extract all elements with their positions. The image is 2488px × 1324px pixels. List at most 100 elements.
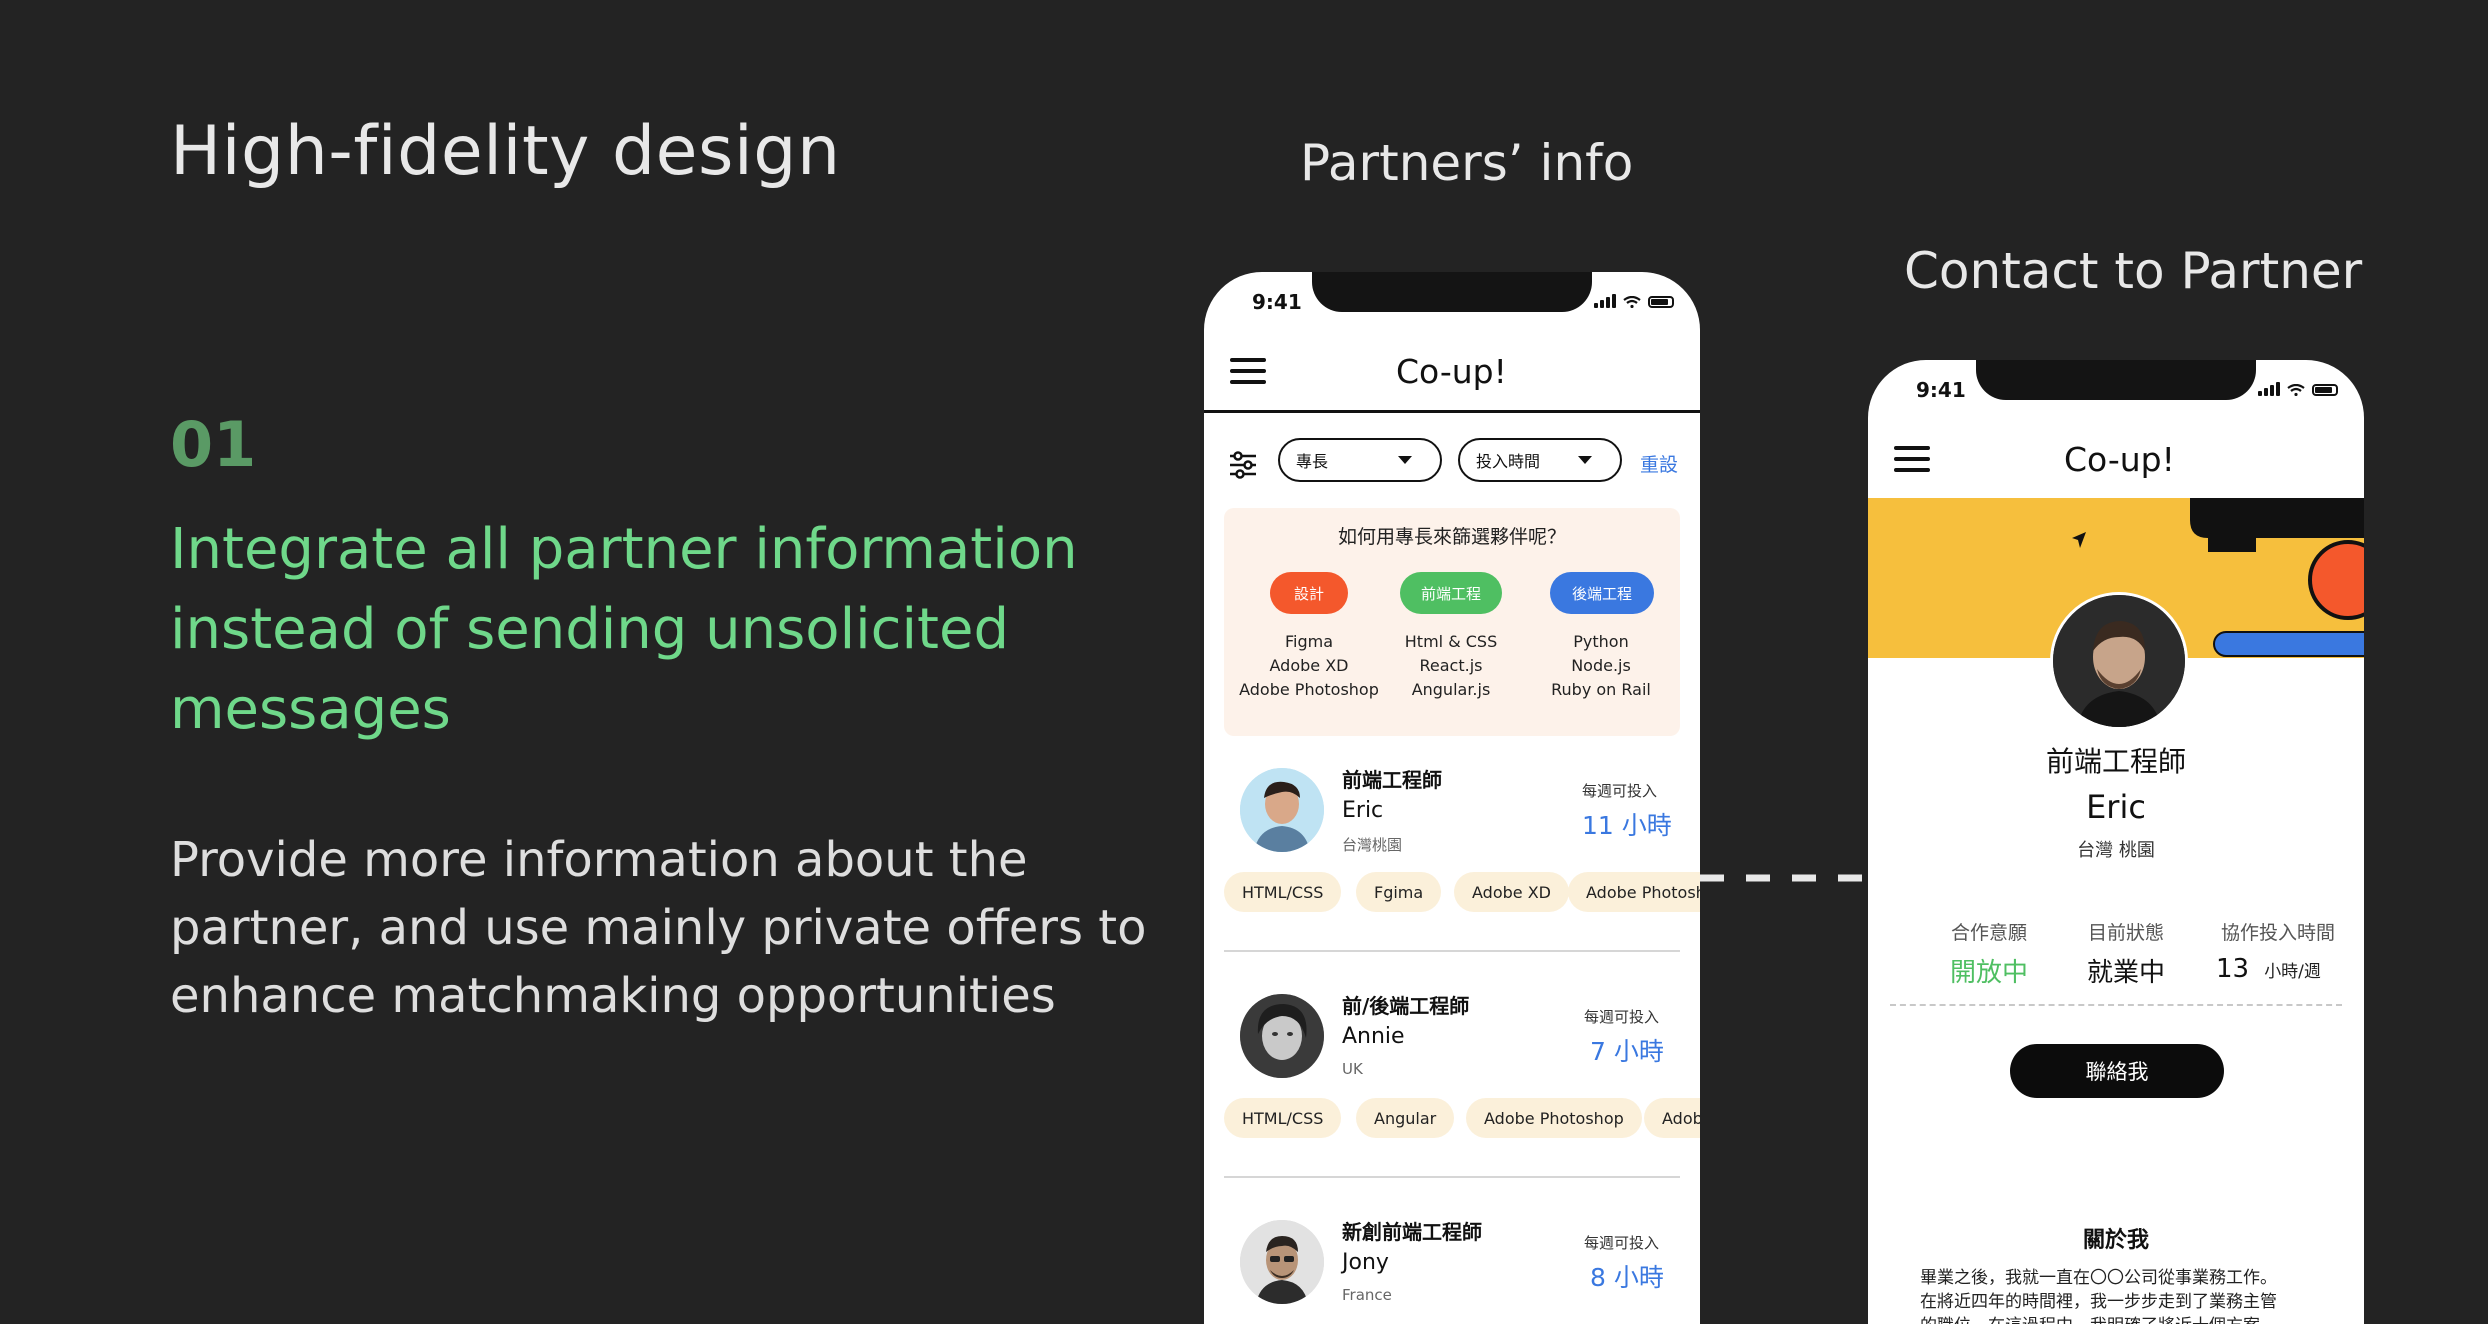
partner-location: France [1342,1286,1392,1304]
signal-icon [1594,294,1616,308]
partner-card[interactable]: 新創前端工程師 Jony France 每週可投入 8 小時 [1204,1212,1700,1324]
description-line: partner, and use mainly private offers t… [170,900,1147,956]
profile-location: 台灣 桃園 [2077,840,2155,861]
status-icons [1594,294,1674,308]
headline-line: Integrate all partner information [170,517,1078,582]
status-time: 9:41 [1252,290,1302,314]
skill-item: Html & CSS [1404,632,1498,651]
hours-label: 每週可投入 [1582,782,1658,800]
contact-me-button[interactable]: 聯絡我 [2010,1044,2224,1098]
partner-name: Eric [1342,798,1384,823]
status-icons [2258,382,2338,396]
partner-hours: 8 小時 [1590,1263,1664,1292]
stat-value-willingness: 開放中 [1949,958,2028,988]
avatar [1240,994,1324,1078]
phone-partner-profile: 9:41 Co-up! 前端工程師 Eric 台灣 桃園 合作意願 開放中 目前… [1868,360,2364,1324]
person-photo-icon [2053,595,2185,727]
partner-name: Annie [1342,1024,1405,1049]
hours-filter-dropdown[interactable]: 投入時間 [1458,438,1622,482]
filter-settings-icon[interactable] [1228,450,1258,480]
skill-tag: Adobe XD [1454,872,1569,912]
phone-notch [1312,272,1592,312]
stat-label-hours: 協作投入時間 [2220,922,2335,944]
avatar [1240,1220,1324,1304]
category-backend-button[interactable]: 後端工程 [1550,572,1654,614]
stat-value-hours: 13 [2216,954,2250,984]
chevron-down-icon [1578,456,1592,464]
partner-location: 台灣桃園 [1342,836,1403,854]
skill-tag: Angular [1356,1098,1455,1138]
skill-tag: Adobe Photoshop [1568,872,1700,912]
stat-hours-group: 13 小時/週 [2216,954,2321,984]
wifi-icon [2287,384,2305,396]
signal-icon [2258,382,2280,396]
chevron-down-icon [1398,456,1412,464]
skill-item: Python [1573,632,1629,651]
stat-unit-hours: 小時/週 [2264,962,2321,982]
headline-line: instead of sending unsolicited [170,597,1009,662]
partner-role: 前/後端工程師 [1342,994,1470,1018]
avatar [1240,768,1324,852]
label-partners-info: Partners’ info [1300,134,1634,192]
profile-role: 前端工程師 [2045,745,2186,778]
about-title: 關於我 [2082,1228,2149,1253]
app-title: Co-up! [2064,440,2175,479]
skill-item: Ruby on Rail [1551,680,1651,699]
menu-icon[interactable] [1230,358,1266,391]
step-number: 01 [170,408,257,481]
headline-line: messages [170,677,451,742]
skill-tag: HTML/CSS [1224,1098,1342,1138]
list-divider [1224,1176,1680,1178]
phone-notch [1976,360,2256,400]
hours-filter-label: 投入時間 [1476,452,1541,471]
person-photo-icon [1240,1220,1324,1304]
person-photo-icon [1240,768,1324,852]
status-time: 9:41 [1916,378,1966,402]
skill-filter-dropdown[interactable]: 專長 [1278,438,1442,482]
header-divider [1204,410,1700,413]
description-line: Provide more information about the [170,832,1028,888]
skill-item: React.js [1419,656,1483,675]
stat-label-status: 目前狀態 [2087,922,2164,944]
category-frontend-button[interactable]: 前端工程 [1400,572,1502,614]
about-text: 畢業之後，我就一直在〇〇公司從事業務工作。 在將近四年的時間裡，我一步步走到了業… [1920,1266,2340,1324]
stats-divider [1890,1004,2342,1006]
skill-tag: Fgima [1356,872,1442,912]
description-line: enhance matchmaking opportunities [170,968,1056,1024]
skill-filter-label: 專長 [1296,452,1329,471]
backend-skill-list: Python Node.js Ruby on Rail [1516,630,1686,702]
headline: Integrate all partner information instea… [170,510,1130,750]
about-line: 畢業之後，我就一直在〇〇公司從事業務工作。 [1920,1268,2277,1288]
partner-hours: 7 小時 [1590,1037,1664,1066]
battery-icon [2312,384,2338,396]
partner-card[interactable]: 前/後端工程師 Annie UK 每週可投入 7 小時 HTML/CSS Ang… [1204,986,1700,1166]
partner-card[interactable]: 前端工程師 Eric 台灣桃園 每週可投入 11 小時 HTML/CSS Fgi… [1204,760,1700,940]
person-photo-icon [1240,994,1324,1078]
slide-title: High-fidelity design [170,112,841,191]
about-line: 在將近四年的時間裡，我一步步走到了業務主管 [1920,1292,2277,1312]
connector-dashed-line [1700,874,1870,882]
profile-name: Eric [2086,788,2146,826]
reset-filters-link[interactable]: 重設 [1640,450,1678,477]
frontend-skill-list: Html & CSS React.js Angular.js [1366,630,1536,702]
skill-tag: Adobe [1644,1098,1700,1138]
description: Provide more information about the partn… [170,826,1147,1030]
partner-hours: 11 小時 [1582,811,1672,840]
filter-guide-panel: 如何用專長來篩選夥伴呢？ 設計 前端工程 後端工程 Figma Adobe XD… [1224,508,1680,736]
list-divider [1224,950,1680,952]
menu-icon[interactable] [1894,446,1930,479]
hours-label: 每週可投入 [1584,1234,1660,1252]
skill-item: Angular.js [1411,680,1491,699]
category-design-button[interactable]: 設計 [1270,572,1348,614]
skill-item: Node.js [1571,656,1631,675]
wifi-icon [1623,296,1641,308]
about-line: 的職位，在這過程中，我明確了將近十個方案 [1920,1314,2340,1324]
skill-tag: Adobe Photoshop [1466,1098,1642,1138]
partner-name: Jony [1342,1250,1389,1275]
partner-role: 前端工程師 [1342,768,1442,792]
stat-label-willingness: 合作意願 [1950,922,2027,944]
battery-icon [1648,296,1674,308]
label-contact-partner: Contact to Partner [1904,242,2363,300]
hours-label: 每週可投入 [1584,1008,1660,1026]
app-title: Co-up! [1396,352,1507,391]
